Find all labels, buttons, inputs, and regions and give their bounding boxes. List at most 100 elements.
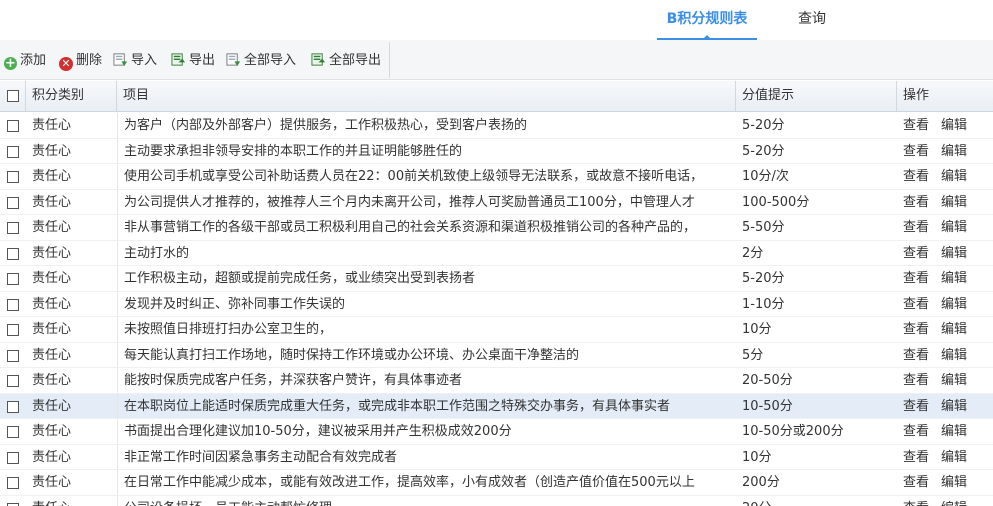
row-checkbox[interactable] xyxy=(7,400,19,413)
row-checkbox[interactable] xyxy=(7,196,19,209)
table-row[interactable]: 责任心 能按时保质完成客户任务，并深获客户赞许，有具体事迹者 20-50分 查看 编辑 xyxy=(0,368,993,394)
export-all-button[interactable]: 全部导出 xyxy=(311,52,381,70)
column-header-score[interactable]: 分值提示 xyxy=(736,81,897,111)
item-cell: 在本职岗位上能适时保质完成重大任务，或完成非本职工作范围之特殊交办事务，有具体事… xyxy=(117,393,736,418)
row-checkbox[interactable] xyxy=(7,477,19,489)
column-header-item[interactable]: 项目 xyxy=(117,81,736,111)
edit-link[interactable]: 编辑 xyxy=(941,368,967,393)
view-link[interactable]: 查看 xyxy=(903,190,929,215)
row-checkbox[interactable] xyxy=(7,502,19,506)
edit-link[interactable]: 编辑 xyxy=(941,292,967,317)
view-link[interactable]: 查看 xyxy=(903,496,929,506)
table-row[interactable]: 责任心 在日常工作中能减少成本，或能有效改进工作，提高效率，小有成效者（创造产值价… xyxy=(0,470,993,496)
score-cell: 10分 xyxy=(742,449,772,465)
edit-link[interactable]: 编辑 xyxy=(941,317,967,342)
category-cell: 责任心 xyxy=(32,118,72,133)
select-all-checkbox[interactable] xyxy=(7,90,19,102)
table-row[interactable]: 责任心 工作积极主动，超额或提前完成任务，或业绩突出受到表扬者 5-20分 查看 编辑 xyxy=(0,266,993,292)
score-cell: 20-50分 xyxy=(742,373,793,388)
row-checkbox[interactable] xyxy=(7,222,19,234)
view-link[interactable]: 查看 xyxy=(903,317,929,342)
edit-link[interactable]: 编辑 xyxy=(941,241,967,266)
table-row[interactable]: 责任心 为客户（内部及外部客户）提供服务，工作积极热心，受到客户表扬的 5-20分 查… xyxy=(0,113,993,139)
score-cell: 10分/次 xyxy=(742,169,789,184)
import-all-button[interactable]: 全部导入 xyxy=(226,52,296,70)
table-row[interactable]: 责任心 主动要求承担非领导安排的本职工作的并且证明能够胜任的 5-20分 查看 编辑 xyxy=(0,138,993,164)
table-row[interactable]: 责任心 书面提出合理化建议加10-50分，建议被采用并产生积极成效200分 10-5… xyxy=(0,419,993,445)
view-link[interactable]: 查看 xyxy=(903,445,929,470)
view-link[interactable]: 查看 xyxy=(903,113,929,138)
edit-link[interactable]: 编辑 xyxy=(941,113,967,138)
row-checkbox-cell xyxy=(0,368,26,393)
tab-b-points-rules[interactable]: B积分规则表 xyxy=(657,0,757,40)
column-header-category[interactable]: 积分类别 xyxy=(26,81,117,111)
row-checkbox[interactable] xyxy=(7,120,19,132)
tab-label: B积分规则表 xyxy=(666,11,748,27)
category-cell: 责任心 xyxy=(32,169,72,184)
edit-link[interactable]: 编辑 xyxy=(941,266,967,291)
operation-cell: 查看 编辑 xyxy=(897,496,993,506)
edit-link[interactable]: 编辑 xyxy=(941,190,967,215)
table-row[interactable]: 责任心 非正常工作时间因紧急事务主动配合有效完成者 10分 查看 编辑 xyxy=(0,444,993,470)
table-row[interactable]: 责任心 主动打水的 2分 查看 编辑 xyxy=(0,240,993,266)
category-cell: 责任心 xyxy=(32,373,72,388)
operation-cell: 查看编辑 xyxy=(897,470,993,495)
add-button[interactable]: + 添加 xyxy=(4,52,46,71)
row-checkbox[interactable] xyxy=(7,273,19,285)
view-link[interactable]: 查看 xyxy=(903,368,929,393)
edit-link[interactable]: 编辑 xyxy=(941,139,967,164)
tab-query[interactable]: 查询 xyxy=(782,0,842,40)
view-link[interactable]: 查看 xyxy=(903,470,929,495)
edit-link[interactable]: 编辑 xyxy=(941,343,967,368)
view-link[interactable]: 查看 xyxy=(903,139,929,164)
table-header: 积分类别 项目 分值提示 操作 xyxy=(0,81,993,112)
table-row[interactable]: 责任心公司设备损坏，员工能主动帮忙修理20分查看 编辑 xyxy=(0,495,993,506)
view-link[interactable]: 查看 xyxy=(903,343,929,368)
import-all-label: 全部导入 xyxy=(244,53,297,68)
edit-link[interactable]: 编辑 xyxy=(941,470,967,495)
table-row[interactable]: 责任心 使用公司手机或享受公司补助话费人员在22：00前关机致使上级领导无法联系，… xyxy=(0,164,993,190)
row-checkbox[interactable] xyxy=(7,324,19,336)
edit-link[interactable]: 编辑 xyxy=(941,394,967,419)
delete-button[interactable]: ✕ 删除 xyxy=(59,52,102,71)
row-checkbox[interactable] xyxy=(7,247,19,260)
import-icon xyxy=(113,53,128,67)
import-button[interactable]: 导入 xyxy=(113,52,157,70)
row-checkbox-cell xyxy=(0,215,26,240)
edit-link[interactable]: 编辑 xyxy=(941,419,967,444)
operation-cell: 查看编辑 xyxy=(897,343,993,368)
operation-cell: 查看编辑 xyxy=(897,419,993,444)
item-cell: 公司设备损坏，员工能主动帮忙修理 xyxy=(117,495,736,506)
edit-link[interactable]: 编辑 xyxy=(941,445,967,470)
row-checkbox[interactable] xyxy=(7,349,19,362)
row-checkbox[interactable] xyxy=(7,298,19,311)
row-checkbox[interactable] xyxy=(7,375,19,387)
table-row[interactable]: 责任心 未按照值日排班打扫办公室卫生的， 10分 查看 编辑 xyxy=(0,317,993,343)
export-button[interactable]: 导出 xyxy=(171,52,215,70)
table-row[interactable]: 责任心 发现并及时纠正、弥补同事工作失误的 1-10分 查看 编辑 xyxy=(0,291,993,317)
edit-link[interactable]: 编辑 xyxy=(941,496,967,506)
row-checkbox-cell xyxy=(0,343,26,368)
operation-cell: 查看编辑 xyxy=(897,445,993,470)
row-checkbox[interactable] xyxy=(7,451,19,464)
score-cell: 10-50分或200分 xyxy=(742,424,844,439)
view-link[interactable]: 查看 xyxy=(903,394,929,419)
edit-link[interactable]: 编辑 xyxy=(941,215,967,240)
table-row[interactable]: 责任心 在本职岗位上能适时保质完成重大任务，或完成非本职工作范围之特殊交办事务，有… xyxy=(0,393,993,419)
table-row[interactable]: 责任心 每天能认真打扫工作场地，随时保持工作环境或办公环境、办公桌面干净整洁的 5分… xyxy=(0,342,993,368)
view-link[interactable]: 查看 xyxy=(903,241,929,266)
view-link[interactable]: 查看 xyxy=(903,266,929,291)
tab-label: 查询 xyxy=(798,11,826,27)
view-link[interactable]: 查看 xyxy=(903,164,929,189)
view-link[interactable]: 查看 xyxy=(903,215,929,240)
view-link[interactable]: 查看 xyxy=(903,292,929,317)
view-link[interactable]: 查看 xyxy=(903,419,929,444)
table-row[interactable]: 责任心 为公司提供人才推荐的，被推荐人三个月内未离开公司，推荐人可奖励普通员工10… xyxy=(0,189,993,215)
table-row[interactable]: 责任心 非从事营销工作的各级干部或员工积极利用自己的社会关系资源和渠道积极推销公司… xyxy=(0,215,993,241)
edit-link[interactable]: 编辑 xyxy=(941,164,967,189)
score-cell: 100-500分 xyxy=(742,194,810,210)
row-checkbox[interactable] xyxy=(7,145,19,158)
row-checkbox[interactable] xyxy=(7,171,19,183)
row-checkbox[interactable] xyxy=(7,426,19,438)
operation-cell: 查看编辑 xyxy=(897,215,993,240)
